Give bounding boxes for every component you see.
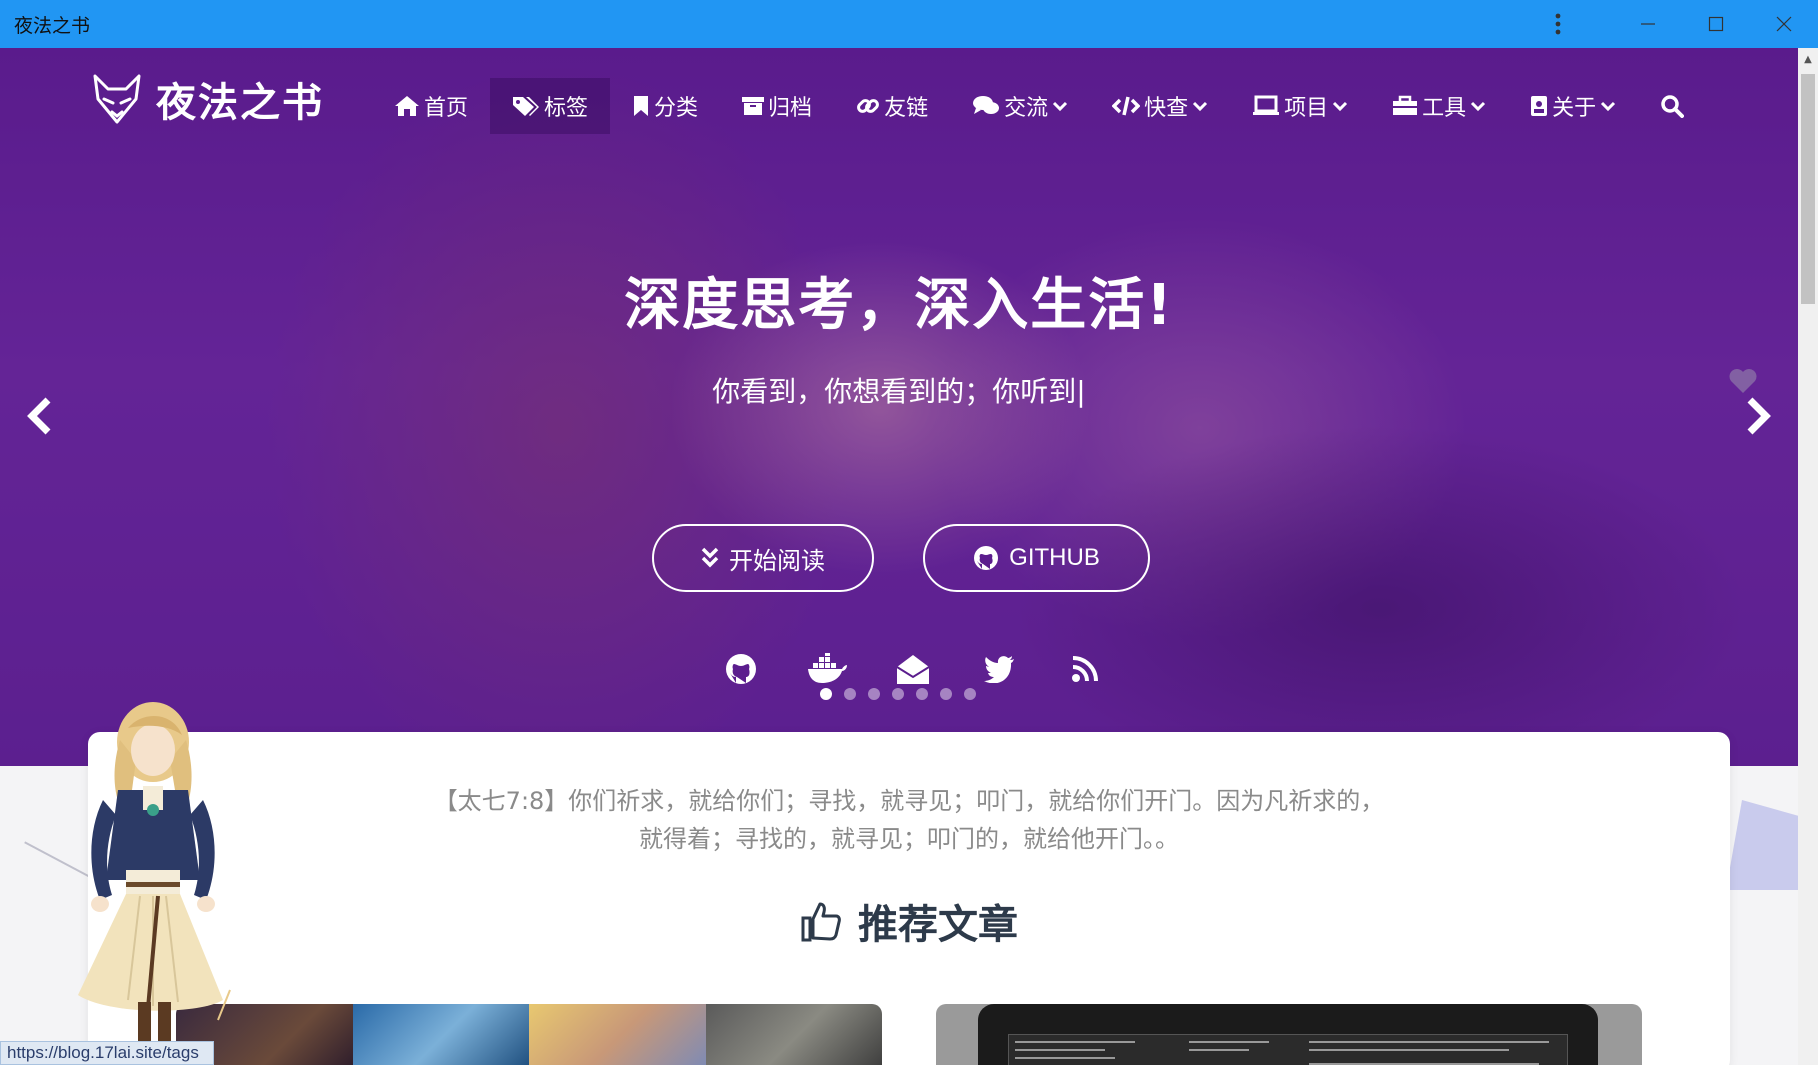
- content-card: 【太七7:8】你们祈求，就给你们；寻找，就寻见；叩门，就给你们开门。因为凡祈求的…: [88, 732, 1730, 1065]
- site-name: 夜法之书: [156, 80, 324, 126]
- nav-archive[interactable]: 归档: [720, 78, 834, 134]
- nav-home[interactable]: 首页: [372, 78, 490, 134]
- vertical-scrollbar[interactable]: ▲: [1798, 48, 1818, 1065]
- github-icon: [974, 546, 999, 570]
- status-url: https://blog.17lai.site/tags: [0, 1041, 214, 1065]
- background-decoration: [1726, 800, 1806, 890]
- social-twitter[interactable]: [978, 648, 1020, 690]
- more-menu-icon[interactable]: [1528, 0, 1588, 48]
- hero-subtitle: 你看到，你想看到的；你听到|: [712, 375, 1086, 408]
- start-reading-button[interactable]: 开始阅读: [652, 524, 874, 592]
- site-logo[interactable]: 夜法之书: [92, 70, 324, 128]
- nav-home-label: 首页: [424, 96, 469, 121]
- nav-projects[interactable]: 项目: [1230, 78, 1370, 134]
- nav-categories[interactable]: 分类: [610, 78, 720, 134]
- nav-tools[interactable]: 工具: [1370, 78, 1508, 134]
- nav-projects-label: 项目: [1284, 96, 1329, 121]
- social-github[interactable]: [720, 648, 762, 690]
- nav-about[interactable]: 关于: [1508, 78, 1638, 134]
- double-chevron-down-icon: [701, 547, 719, 568]
- social-links: [720, 648, 1106, 690]
- main-nav: 首页 标签 分类 归档 友链 交流 快查 项目 工具 关于: [372, 78, 1706, 134]
- nav-quick[interactable]: 快查: [1090, 78, 1230, 134]
- carousel-dot[interactable]: [940, 688, 952, 700]
- carousel-dot[interactable]: [892, 688, 904, 700]
- nav-tags-label: 标签: [544, 96, 589, 121]
- nav-tags[interactable]: 标签: [490, 78, 611, 134]
- twitter-icon: [984, 656, 1014, 683]
- code-icon: [1112, 96, 1141, 116]
- scripture-line-1: 【太七7:8】你们祈求，就给你们；寻找，就寻见；叩门，就给你们开门。因为凡祈求的…: [433, 787, 1385, 815]
- start-reading-label: 开始阅读: [729, 547, 825, 575]
- mascot-character[interactable]: [48, 690, 258, 1065]
- laptop-icon: [1253, 95, 1280, 115]
- scripture-quote: 【太七7:8】你们祈求，就给你们；寻找，就寻见；叩门，就给你们开门。因为凡祈求的…: [88, 782, 1730, 858]
- nav-quick-label: 快查: [1144, 96, 1189, 121]
- comments-icon: [973, 96, 1000, 114]
- social-rss[interactable]: [1064, 648, 1106, 690]
- carousel-indicators: [820, 688, 976, 700]
- nav-archive-label: 归档: [768, 96, 813, 121]
- close-button[interactable]: [1750, 0, 1818, 48]
- search-button[interactable]: [1638, 78, 1706, 134]
- archive-icon: [742, 97, 765, 115]
- nav-about-label: 关于: [1552, 96, 1597, 121]
- hero-carousel: 夜法之书 首页 标签 分类 归档 友链 交流 快查 项目 工具 关于 深度思考，…: [0, 48, 1798, 766]
- bookmark-icon: [634, 96, 649, 116]
- window-title: 夜法之书: [14, 14, 91, 37]
- fox-logo-icon: [93, 74, 141, 124]
- nav-categories-label: 分类: [654, 96, 699, 121]
- github-icon: [726, 654, 756, 684]
- github-button[interactable]: GITHUB: [923, 524, 1150, 592]
- rss-icon: [1072, 656, 1098, 682]
- toolbox-icon: [1392, 95, 1419, 115]
- scroll-up-arrow-icon[interactable]: ▲: [1798, 48, 1818, 70]
- scripture-line-2: 就得着；寻找的，就寻见；叩门的，就给他开门。。: [639, 825, 1179, 853]
- nav-tools-label: 工具: [1422, 96, 1467, 121]
- scrollbar-thumb[interactable]: [1801, 74, 1815, 304]
- nav-chat-label: 交流: [1004, 96, 1049, 121]
- thumbs-up-icon: [801, 902, 841, 942]
- featured-post-thumbnail-1[interactable]: [176, 1004, 882, 1065]
- carousel-dot[interactable]: [844, 688, 856, 700]
- nav-chat[interactable]: 交流: [950, 78, 1090, 134]
- chevron-down-icon: [1601, 101, 1616, 112]
- carousel-dot[interactable]: [964, 688, 976, 700]
- chevron-down-icon: [1193, 101, 1208, 112]
- link-icon: [857, 99, 879, 113]
- tags-icon: [513, 97, 540, 116]
- chevron-down-icon: [1053, 101, 1068, 112]
- carousel-dot[interactable]: [868, 688, 880, 700]
- home-icon: [395, 96, 419, 116]
- window-titlebar: 夜法之书: [0, 0, 1818, 48]
- docker-icon: [808, 653, 847, 683]
- hero-title: 深度思考，深入生活!: [624, 273, 1174, 338]
- maximize-button[interactable]: [1682, 0, 1750, 48]
- id-card-icon: [1531, 96, 1548, 116]
- nav-links[interactable]: 友链: [834, 78, 950, 134]
- social-docker[interactable]: [806, 648, 848, 690]
- recommended-heading-label: 推荐文章: [858, 902, 1018, 948]
- envelope-open-icon: [896, 655, 930, 684]
- chevron-down-icon: [1471, 101, 1486, 112]
- search-icon: [1661, 95, 1685, 118]
- minimize-button[interactable]: [1614, 0, 1682, 48]
- carousel-dot[interactable]: [820, 688, 832, 700]
- social-email[interactable]: [892, 648, 934, 690]
- recommended-heading: 推荐文章: [88, 892, 1730, 950]
- nav-links-label: 友链: [884, 96, 929, 121]
- chevron-down-icon: [1333, 101, 1348, 112]
- github-label: GITHUB: [1009, 544, 1100, 571]
- featured-post-thumbnail-2[interactable]: [936, 1004, 1642, 1065]
- carousel-dot[interactable]: [916, 688, 928, 700]
